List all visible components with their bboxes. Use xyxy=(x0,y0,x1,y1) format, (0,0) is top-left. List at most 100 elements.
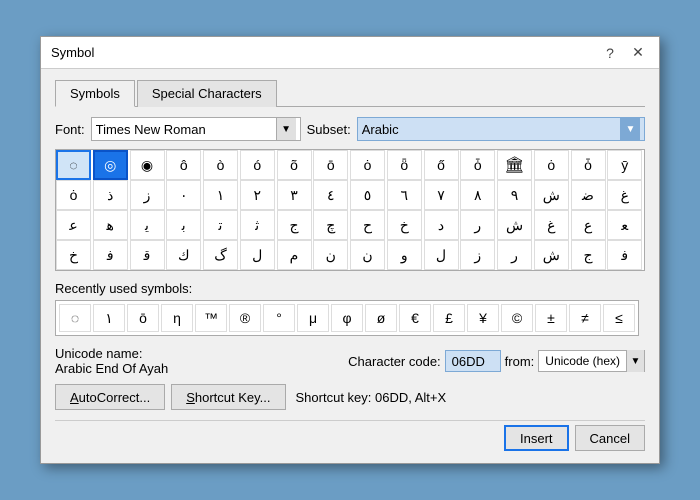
char-code-input[interactable] xyxy=(445,350,501,372)
symbol-cell[interactable]: ﮒ xyxy=(203,240,238,270)
symbol-cell[interactable]: ﺭ xyxy=(460,210,495,240)
symbol-cell[interactable]: ﻥ xyxy=(350,240,385,270)
symbol-cell[interactable]: ﺝ xyxy=(277,210,312,240)
recent-cell[interactable]: ≠ xyxy=(569,304,601,332)
symbol-cell[interactable]: ﻝ xyxy=(240,240,275,270)
recent-cell[interactable]: ≤ xyxy=(603,304,635,332)
symbol-cell[interactable]: ﺡ xyxy=(350,210,385,240)
symbol-cell[interactable]: ﺭ xyxy=(497,240,532,270)
symbol-cell[interactable]: ȫ xyxy=(387,150,422,180)
symbol-cell[interactable]: ò xyxy=(203,150,238,180)
symbol-cell[interactable]: ﺑ xyxy=(166,210,201,240)
symbol-cell[interactable]: ٥ xyxy=(350,180,385,210)
symbol-cell[interactable]: ذ xyxy=(93,180,128,210)
symbol-cell[interactable]: ﺩ xyxy=(424,210,459,240)
symbol-cell[interactable]: ﻡ xyxy=(277,240,312,270)
symbol-cell[interactable]: ő xyxy=(424,150,459,180)
symbol-cell[interactable]: ﺵ xyxy=(534,180,569,210)
recent-cell[interactable]: ◌ xyxy=(59,304,91,332)
symbol-cell[interactable]: ٤ xyxy=(313,180,348,210)
recent-cell[interactable]: € xyxy=(399,304,431,332)
symbol-cell[interactable]: ō xyxy=(313,150,348,180)
symbol-cell[interactable]: ٢ xyxy=(240,180,275,210)
font-combo[interactable]: ▼ xyxy=(91,117,301,141)
recent-cell[interactable]: £ xyxy=(433,304,465,332)
symbol-cell[interactable]: ﻥ xyxy=(313,240,348,270)
symbol-cell[interactable]: ȱ xyxy=(571,150,606,180)
symbol-cell[interactable]: ô xyxy=(166,150,201,180)
symbol-cell[interactable]: 🏛 xyxy=(497,150,532,180)
symbol-cell[interactable]: ٠ xyxy=(166,180,201,210)
symbol-cell[interactable]: ﺵ xyxy=(497,210,532,240)
symbol-cell[interactable]: ﺵ xyxy=(534,240,569,270)
symbol-cell[interactable]: ﻉ xyxy=(571,210,606,240)
autocorrect-button[interactable]: AutoCorrect... xyxy=(55,384,165,410)
symbol-cell[interactable]: ȱ xyxy=(460,150,495,180)
font-combo-arrow[interactable]: ▼ xyxy=(276,118,296,140)
symbol-cell[interactable]: ﻭ xyxy=(387,240,422,270)
symbol-cell[interactable]: ȯ xyxy=(534,150,569,180)
symbol-cell[interactable]: ﻙ xyxy=(166,240,201,270)
cancel-button[interactable]: Cancel xyxy=(575,425,645,451)
shortcut-key-button[interactable]: Shortcut Key... xyxy=(171,384,285,410)
recent-cell[interactable]: ° xyxy=(263,304,295,332)
symbol-cell[interactable]: ﺿ xyxy=(571,180,606,210)
recent-cell[interactable]: ō xyxy=(127,304,159,332)
symbol-cell[interactable]: ȯ xyxy=(350,150,385,180)
font-input[interactable] xyxy=(96,122,276,137)
recent-cell[interactable]: ™ xyxy=(195,304,227,332)
symbol-cell[interactable]: غ xyxy=(607,180,642,210)
symbol-grid: ◌ ◎ ◉ ô ò ó õ ō ȯ ȫ ő ȱ 🏛 ȯ ȱ ȳ ȯ ذ ز ٠ … xyxy=(55,149,645,271)
recent-cell[interactable]: ® xyxy=(229,304,261,332)
symbol-cell[interactable]: ﻫ xyxy=(93,210,128,240)
symbol-cell[interactable]: ﺛ xyxy=(240,210,275,240)
subset-combo-arrow[interactable]: ▼ xyxy=(620,118,640,140)
tab-symbols[interactable]: Symbols xyxy=(55,80,135,107)
symbol-cell[interactable]: ٨ xyxy=(460,180,495,210)
symbol-cell[interactable]: ﻍ xyxy=(534,210,569,240)
symbol-cell[interactable]: ȯ xyxy=(56,180,91,210)
symbol-cell[interactable]: ١ xyxy=(203,180,238,210)
recent-cell[interactable]: ¥ xyxy=(467,304,499,332)
recent-cell[interactable]: © xyxy=(501,304,533,332)
symbol-cell[interactable]: ﻓ xyxy=(607,240,642,270)
symbol-cell[interactable]: ٩ xyxy=(497,180,532,210)
char-code-label: Character code: xyxy=(348,354,441,369)
from-combo-arrow[interactable]: ▼ xyxy=(626,350,644,372)
recent-cell[interactable]: φ xyxy=(331,304,363,332)
symbol-cell[interactable]: ﺝ xyxy=(571,240,606,270)
symbol-cell[interactable]: ز xyxy=(130,180,165,210)
insert-button[interactable]: Insert xyxy=(504,425,569,451)
from-combo[interactable]: Unicode (hex) ▼ xyxy=(538,350,645,372)
recent-cell[interactable]: η xyxy=(161,304,193,332)
tab-special-characters[interactable]: Special Characters xyxy=(137,80,277,107)
symbol-cell[interactable]: ﺗ xyxy=(203,210,238,240)
symbol-cell[interactable]: ȳ xyxy=(607,150,642,180)
recent-cell[interactable]: ١ xyxy=(93,304,125,332)
symbol-cell[interactable]: ٣ xyxy=(277,180,312,210)
symbol-cell[interactable]: ﻳ xyxy=(130,210,165,240)
symbol-cell[interactable]: ◉ xyxy=(130,150,165,180)
symbol-cell[interactable]: ﺥ xyxy=(387,210,422,240)
symbol-cell[interactable]: ◌ xyxy=(56,150,91,180)
symbol-cell[interactable]: ﺥ xyxy=(56,240,91,270)
symbol-cell[interactable]: ﺯ xyxy=(460,240,495,270)
symbol-cell[interactable]: õ xyxy=(277,150,312,180)
recent-cell[interactable]: ± xyxy=(535,304,567,332)
footer-row: Insert Cancel xyxy=(55,420,645,451)
symbol-cell[interactable]: ٧ xyxy=(424,180,459,210)
symbol-cell[interactable]: ﻝ xyxy=(424,240,459,270)
symbol-cell[interactable]: ﭺ xyxy=(313,210,348,240)
recent-cell[interactable]: μ xyxy=(297,304,329,332)
symbol-cell[interactable]: ٦ xyxy=(387,180,422,210)
close-button[interactable]: ✕ xyxy=(627,42,649,64)
symbol-cell[interactable]: ﻌ xyxy=(607,210,642,240)
help-button[interactable]: ? xyxy=(599,42,621,64)
symbol-cell[interactable]: ﻓ xyxy=(93,240,128,270)
symbol-cell[interactable]: ó xyxy=(240,150,275,180)
symbol-cell[interactable]: ﻗ xyxy=(130,240,165,270)
symbol-cell[interactable]: ﻋ xyxy=(56,210,91,240)
recent-cell[interactable]: ø xyxy=(365,304,397,332)
subset-combo[interactable]: Arabic ▼ xyxy=(357,117,645,141)
symbol-cell[interactable]: ◎ xyxy=(93,150,128,180)
